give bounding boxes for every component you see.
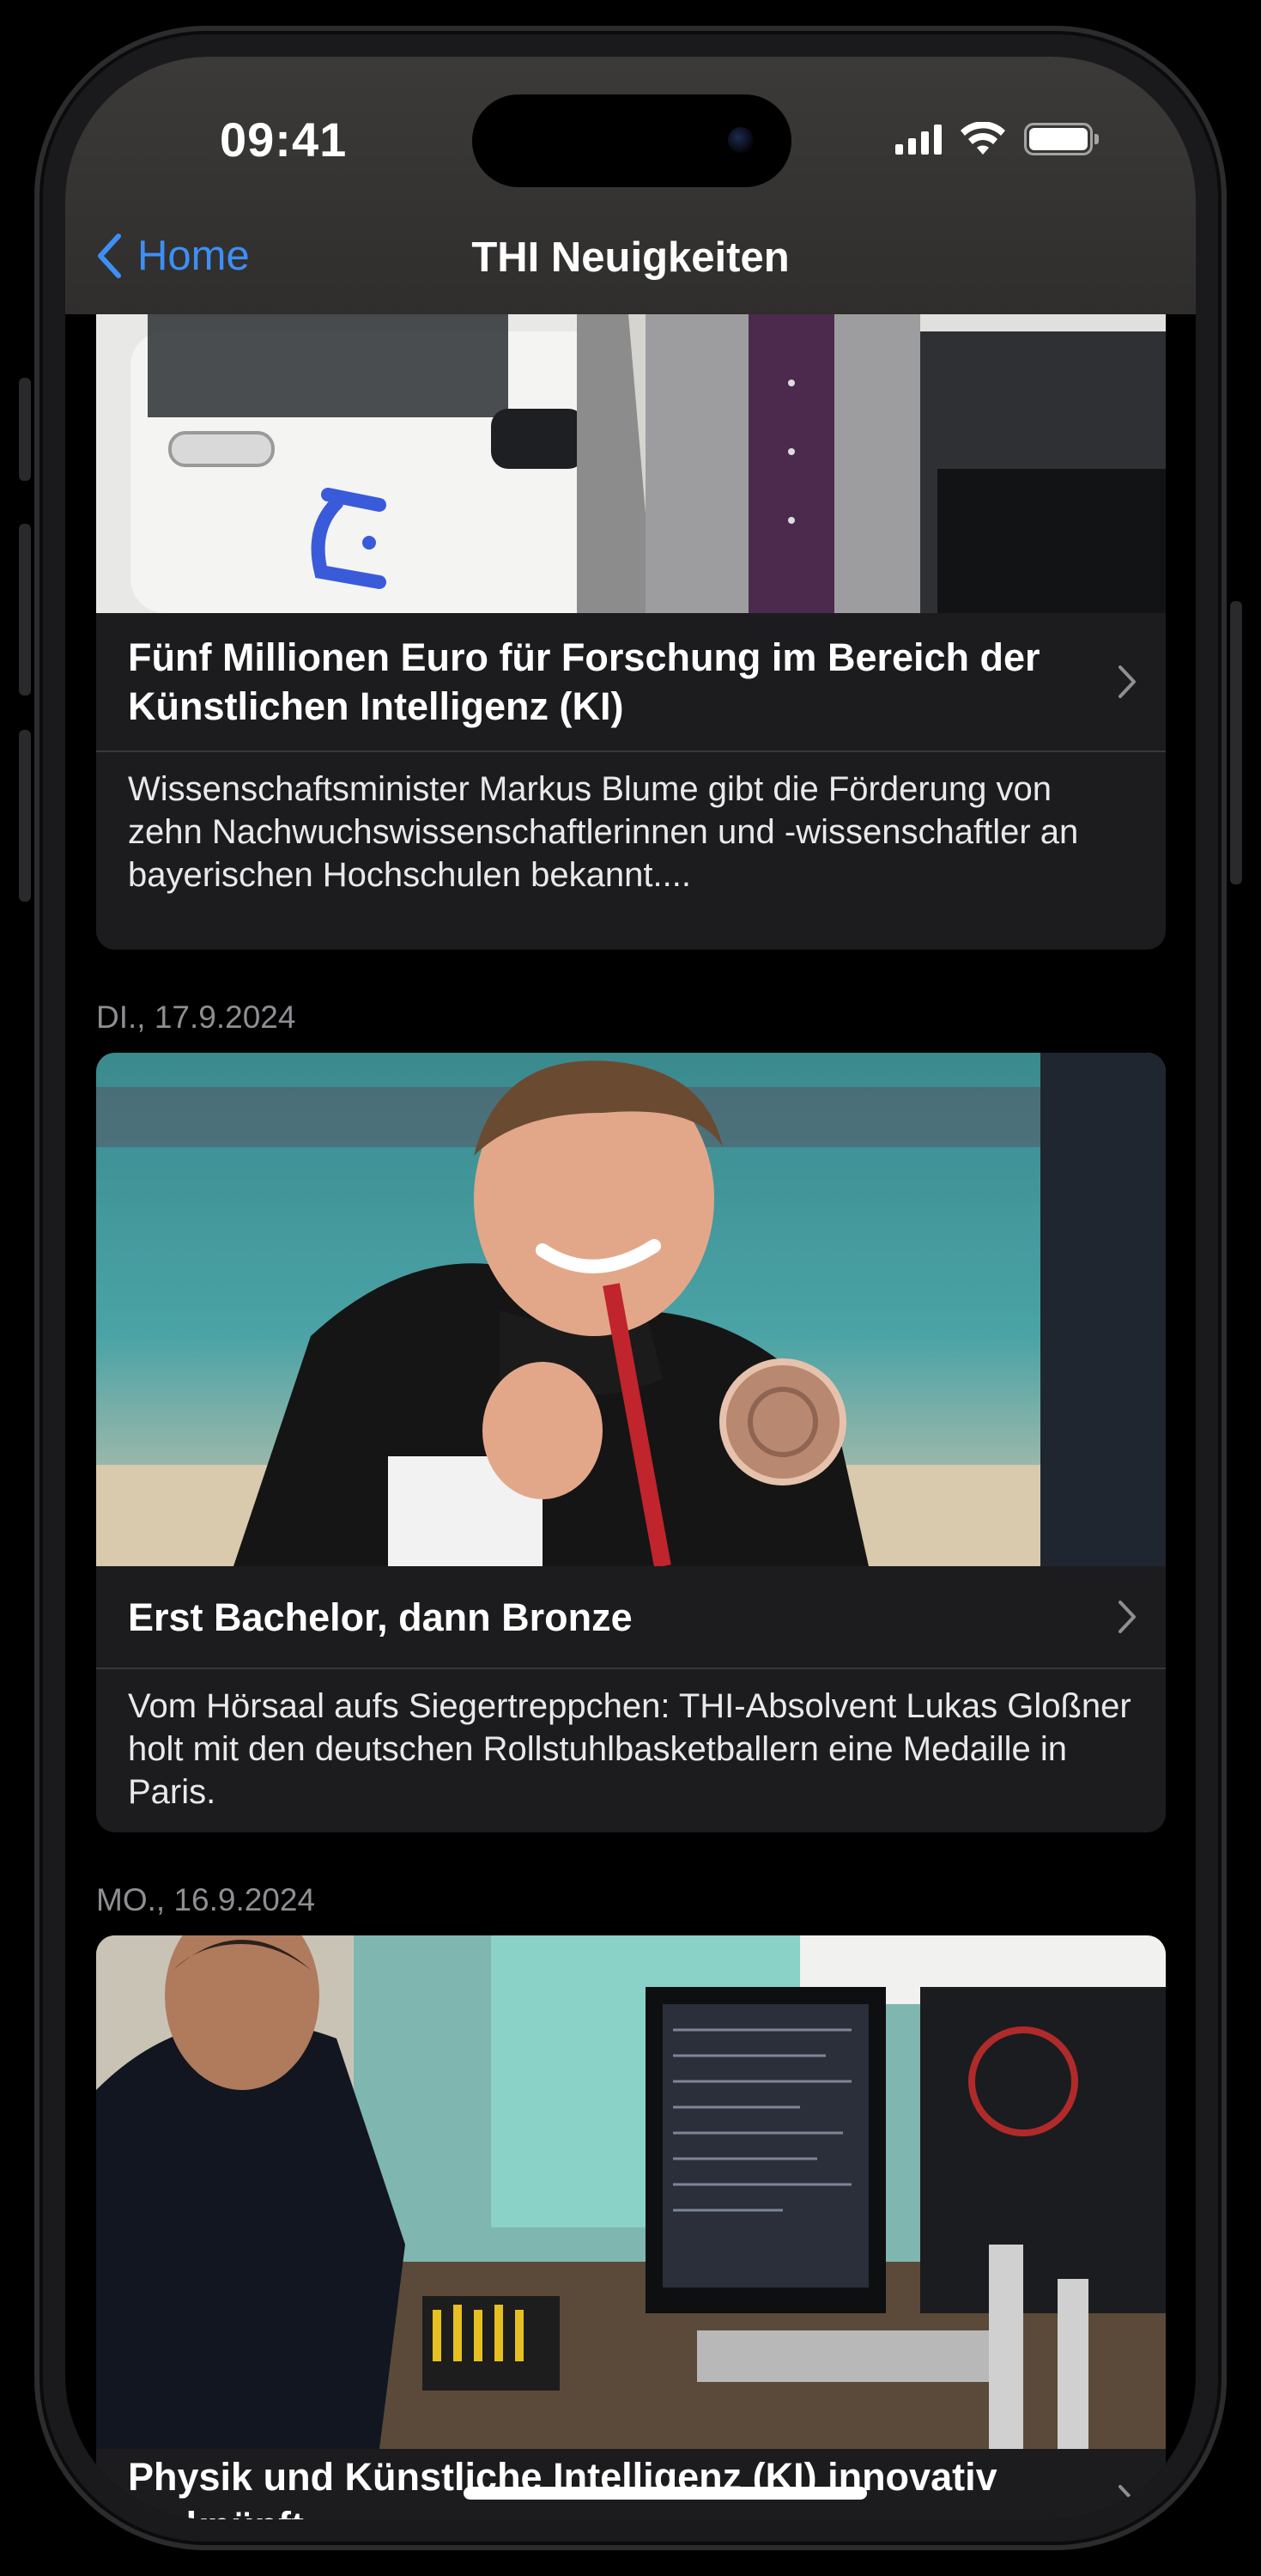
action-button bbox=[19, 378, 31, 481]
page-title: THI Neuigkeiten bbox=[471, 234, 790, 281]
news-title-row[interactable]: Erst Bachelor, dann Bronze bbox=[96, 1566, 1166, 1669]
volume-up-button bbox=[19, 524, 31, 696]
cellular-signal-icon bbox=[895, 124, 942, 155]
screen: 09:41 Home THI Neuigkeiten Fünf Millione… bbox=[65, 57, 1196, 2519]
wifi-icon bbox=[961, 122, 1005, 155]
news-image-graphic bbox=[96, 1935, 1166, 2449]
news-title: Physik und Künstliche Intelligenz (KI) i… bbox=[128, 2455, 997, 2519]
news-title-row[interactable]: Fünf Millionen Euro für Forschung im Ber… bbox=[96, 613, 1166, 752]
news-card[interactable]: Fünf Millionen Euro für Forschung im Ber… bbox=[96, 280, 1166, 950]
news-image-graphic bbox=[96, 1053, 1166, 1566]
news-image-graphic bbox=[96, 280, 1166, 613]
news-card[interactable]: Physik und Künstliche Intelligenz (KI) i… bbox=[96, 1935, 1166, 2519]
chevron-right-icon bbox=[1119, 2485, 1136, 2518]
power-button bbox=[1230, 601, 1242, 884]
news-card[interactable]: Erst Bachelor, dann Bronze Vom Hörsaal a… bbox=[96, 1053, 1166, 1832]
news-image bbox=[96, 1935, 1166, 2449]
news-title: Erst Bachelor, dann Bronze bbox=[128, 1595, 633, 1639]
news-image bbox=[96, 280, 1166, 613]
status-icons bbox=[895, 122, 1099, 156]
news-description: Wissenschaftsminister Markus Blume gibt … bbox=[128, 770, 1079, 894]
battery-icon bbox=[1024, 123, 1099, 155]
news-title-row[interactable]: Physik und Künstliche Intelligenz (KI) i… bbox=[96, 2449, 1166, 2519]
home-indicator[interactable] bbox=[464, 2487, 867, 2500]
status-time: 09:41 bbox=[220, 112, 348, 167]
camera-icon bbox=[728, 127, 754, 153]
navigation-header: 09:41 Home THI Neuigkeiten bbox=[65, 57, 1196, 314]
chevron-right-icon bbox=[1119, 665, 1136, 698]
chevron-right-icon bbox=[1119, 1601, 1136, 1633]
dynamic-island bbox=[472, 94, 791, 187]
news-title: Fünf Millionen Euro für Forschung im Ber… bbox=[128, 635, 1040, 728]
volume-down-button bbox=[19, 730, 31, 902]
news-date: MO., 16.9.2024 bbox=[96, 1882, 316, 1917]
news-image bbox=[96, 1053, 1166, 1566]
news-date: DI., 17.9.2024 bbox=[96, 999, 296, 1035]
news-description: Vom Hörsaal aufs Siegertreppchen: THI-Ab… bbox=[128, 1687, 1131, 1811]
